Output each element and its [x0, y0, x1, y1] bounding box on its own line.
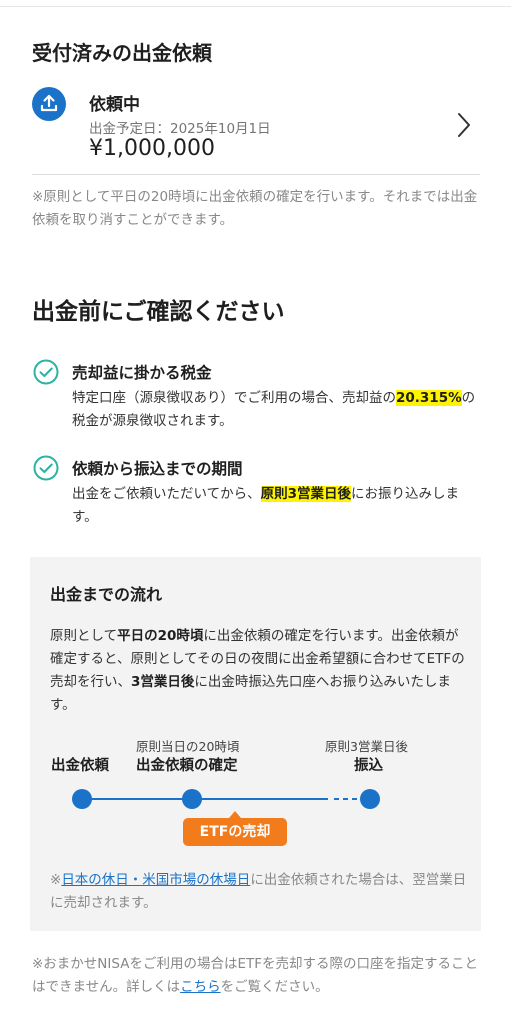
- tax-rate-highlight: 20.315%: [396, 390, 462, 406]
- top-divider: [0, 6, 511, 7]
- request-status: 依頼中: [89, 95, 140, 115]
- scheduled-date-label: 出金予定日：: [89, 121, 170, 137]
- check-circle-icon: [33, 455, 59, 481]
- flow-timeline: [72, 789, 380, 809]
- period-item-body: 出金をご依頼いただいてから、原則3営業日後にお振り込みします。: [72, 483, 482, 529]
- request-amount: ¥1,000,000: [89, 136, 215, 161]
- period-body-text: 出金をご依頼いただいてから、: [72, 486, 261, 502]
- timeline-dot-confirm: [182, 789, 202, 809]
- step-confirm-sub: 原則当日の20時頃: [136, 739, 240, 754]
- step-transfer-label: 振込: [354, 758, 383, 774]
- upload-icon: [32, 87, 66, 121]
- holiday-note-prefix: ※: [50, 872, 62, 888]
- check-circle-icon: [33, 359, 59, 385]
- holiday-note: ※日本の休日・米国市場の休場日に出金依頼された場合は、翌営業日に売却されます。: [50, 869, 470, 915]
- etf-sale-badge: ETFの売却: [183, 811, 287, 846]
- cancel-note: ※原則として平日の20時頃に出金依頼の確定を行います。それまでは出金依頼を取り消…: [32, 189, 478, 228]
- tax-body-text: 特定口座（源泉徴収あり）でご利用の場合、売却益の: [72, 390, 396, 406]
- tax-item-title: 売却益に掛かる税金: [72, 364, 212, 382]
- section-title-accepted-requests: 受付済みの出金依頼: [32, 41, 212, 65]
- step-request-label: 出金依頼: [51, 758, 109, 774]
- scheduled-date-value: 2025年10月1日: [170, 121, 271, 137]
- timeline-dot-transfer: [360, 789, 380, 809]
- confirm-heading: 出金前にご確認ください: [32, 299, 285, 325]
- withdrawal-request-row[interactable]: 依頼中 出金予定日：2025年10月1日 ¥1,000,000: [32, 84, 480, 174]
- nisa-note-text-end: をご覧ください。: [220, 979, 329, 995]
- flow-desc-text: 原則として: [50, 628, 118, 644]
- period-highlight: 原則3営業日後: [260, 486, 352, 502]
- flow-description: 原則として平日の20時頃に出金依頼の確定を行います。出金依頼が確定すると、原則と…: [50, 625, 470, 717]
- flow-desc-bold: 平日の20時頃: [117, 628, 204, 644]
- scheduled-date: 出金予定日：2025年10月1日: [89, 117, 271, 137]
- chevron-right-icon[interactable]: [456, 112, 472, 138]
- divider: [32, 174, 480, 175]
- holiday-link[interactable]: 日本の休日・米国市場の休場日: [61, 872, 250, 888]
- period-item-title: 依頼から振込までの期間: [72, 460, 243, 478]
- nisa-note: ※おまかせNISAをご利用の場合はETFを売却する際の口座を指定することはできま…: [32, 953, 480, 999]
- tax-item-body: 特定口座（源泉徴収あり）でご利用の場合、売却益の20.315%の税金が源泉徴収さ…: [72, 387, 482, 433]
- withdrawal-flow-box: 出金までの流れ 原則として平日の20時頃に出金依頼の確定を行います。出金依頼が確…: [30, 557, 481, 931]
- details-link[interactable]: こちら: [180, 979, 221, 995]
- step-transfer-sub: 原則3営業日後: [325, 739, 408, 754]
- step-confirm-label: 出金依頼の確定: [136, 758, 238, 774]
- flow-desc-bold: 3営業日後: [131, 674, 195, 690]
- timeline-dot-request: [72, 789, 92, 809]
- flow-title: 出金までの流れ: [50, 585, 163, 604]
